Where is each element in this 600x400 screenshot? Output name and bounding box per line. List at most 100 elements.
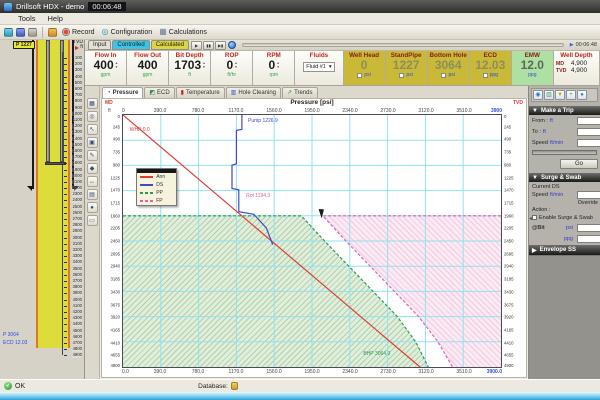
trip-from-input[interactable]	[577, 116, 600, 125]
gear-icon: ◎	[101, 27, 109, 36]
ruler-tick	[64, 305, 67, 307]
image-icon[interactable]: ▣	[86, 137, 98, 148]
database-icon	[230, 382, 238, 390]
menu-tools[interactable]: Tools	[12, 14, 42, 23]
tab-input[interactable]: Input	[88, 40, 112, 50]
trip-to-input[interactable]	[577, 127, 600, 136]
surge-swab-header[interactable]: ▼ Surge & Swab	[529, 173, 600, 182]
ruler-tick	[64, 181, 67, 183]
calculations-button[interactable]: ▦ Calculations	[157, 28, 209, 36]
bit-psi-input[interactable]	[577, 223, 600, 232]
enable-surge-swab-checkbox[interactable]	[532, 215, 537, 220]
make-a-trip-header[interactable]: ▼ Make a Trip	[529, 106, 600, 115]
y-tick-label: 4655	[110, 352, 120, 358]
chart-tab-temperature[interactable]: ▮ Temperature	[175, 87, 225, 98]
calculator-icon: ▦	[159, 27, 167, 36]
tab-calculated[interactable]: Calculated	[150, 40, 190, 50]
gauge-unit: ft	[188, 72, 192, 78]
chart-tab-pressure[interactable]: ◔ Pressure	[102, 87, 144, 98]
legend-line-sample	[140, 175, 154, 178]
chart-toolstrip: ▦ ◎ ↖ ▣ ✎ ◆ ↔ ▤ ● ▭	[85, 86, 100, 379]
print-icon[interactable]: ▭	[86, 215, 98, 226]
depth-key: MD	[555, 61, 565, 67]
flask-icon[interactable]: ▼	[555, 90, 565, 100]
ruler-tick	[64, 101, 67, 103]
ds-speed-input[interactable]	[577, 191, 600, 199]
bit-ppg-input[interactable]	[577, 234, 600, 243]
record-button[interactable]: Record	[60, 28, 97, 36]
y-tick-label: 2695	[110, 251, 120, 257]
droplet-icon[interactable]: ●	[577, 90, 587, 100]
value-spinner[interactable]: ▴ ▾	[203, 61, 205, 69]
unit-checkbox[interactable]	[399, 72, 405, 78]
y-tick-label: 490	[504, 136, 512, 142]
fluids-select[interactable]: Fluid #1 ▾	[303, 62, 335, 72]
ruler-tick-label: 4500	[72, 327, 82, 333]
ruler-tick	[64, 89, 67, 91]
depth-key: TVD	[555, 68, 567, 74]
ruler-tick	[64, 237, 67, 239]
value-spinner[interactable]: ▴ ▾	[235, 61, 237, 69]
chart-tab-hole-cleaning[interactable]: ▥ Hole Cleaning	[225, 87, 282, 98]
pointer-icon[interactable]: ↖	[86, 124, 98, 135]
move-icon[interactable]: ↔	[86, 176, 98, 187]
play-button[interactable]: ▶	[191, 40, 203, 50]
taskbar-strip	[0, 392, 600, 400]
ruler-tick-label: 1600	[72, 147, 82, 154]
menu-help[interactable]: Help	[42, 14, 69, 23]
axis-corner-br	[502, 368, 526, 377]
gauge-icon[interactable]	[48, 27, 57, 37]
table-icon[interactable]: ▤	[86, 189, 98, 200]
ruler-tick-label: 4000	[72, 296, 82, 302]
print-icon[interactable]	[28, 27, 37, 37]
chart-tab-trends[interactable]: ↗ Trends	[282, 87, 318, 98]
ruler-tick-label: 4300	[72, 314, 82, 321]
ruler-tick-label: 3500	[72, 265, 82, 271]
save-icon[interactable]	[16, 27, 25, 37]
ruler-tick	[64, 250, 67, 251]
ruler-tick-label: 1400	[72, 135, 82, 141]
open-icon[interactable]	[4, 27, 13, 37]
unit-checkbox[interactable]	[482, 72, 488, 78]
unit-checkbox[interactable]	[441, 72, 447, 78]
timeline-slider[interactable]	[242, 43, 564, 47]
ruler-tick-label: 800	[74, 98, 82, 104]
value-spinner[interactable]: ▴ ▾	[116, 61, 118, 69]
session-timer: 00:06:48	[88, 2, 126, 11]
tvd-axis-label: TVD	[513, 100, 523, 106]
go-button[interactable]: Go	[560, 159, 598, 169]
run-indicator-button[interactable]	[228, 41, 237, 49]
axis-corner-tr: TVD	[502, 99, 526, 114]
panel-collapse-handle[interactable]: ◂	[529, 215, 532, 222]
edit-icon[interactable]: ✎	[86, 150, 98, 161]
gauge-value: 1227	[392, 58, 420, 72]
ruler-tick-label: 2100	[72, 178, 82, 185]
target-icon[interactable]: ◎	[86, 111, 98, 122]
globe-icon[interactable]: ◉	[533, 90, 543, 100]
envelope-ss-header[interactable]: ▶ Envelope SS	[529, 245, 600, 255]
value-spinner[interactable]: ▴ ▾	[277, 61, 279, 69]
ruler-tick	[64, 274, 67, 276]
y-tick-label: 3675	[110, 302, 120, 307]
ruler-tick	[64, 138, 67, 140]
chart-tab-ecd[interactable]: ◩ ECD	[144, 87, 175, 98]
step-button[interactable]: ▶▮	[215, 40, 227, 50]
y-tick-label: 245	[112, 124, 120, 130]
y-tick-label: 4165	[504, 327, 514, 333]
grid-icon[interactable]: ▦	[86, 98, 98, 109]
trip-speed-input[interactable]	[577, 138, 600, 147]
pause-button[interactable]: ▮▮	[203, 40, 215, 50]
tab-controlled[interactable]: Controlled	[112, 40, 150, 50]
at-bit-psi-row: @Bit psi	[529, 222, 600, 233]
ruler-tick	[64, 132, 67, 134]
unit-checkbox[interactable]	[357, 72, 363, 78]
wrench-icon[interactable]: +	[566, 90, 576, 100]
side-panel: ◉ ▥ ▼ + ● ▼ Make a Trip From : ft To : ft	[528, 86, 600, 379]
bars-icon[interactable]: ▥	[544, 90, 554, 100]
palette-icon[interactable]: ◆	[86, 163, 98, 174]
gauge-unit: psi	[406, 72, 413, 78]
ruler-tick	[64, 200, 67, 202]
y-tick-label: 490	[112, 136, 120, 142]
globe-icon[interactable]: ●	[86, 202, 98, 213]
configuration-button[interactable]: ◎ Configuration	[100, 28, 155, 36]
